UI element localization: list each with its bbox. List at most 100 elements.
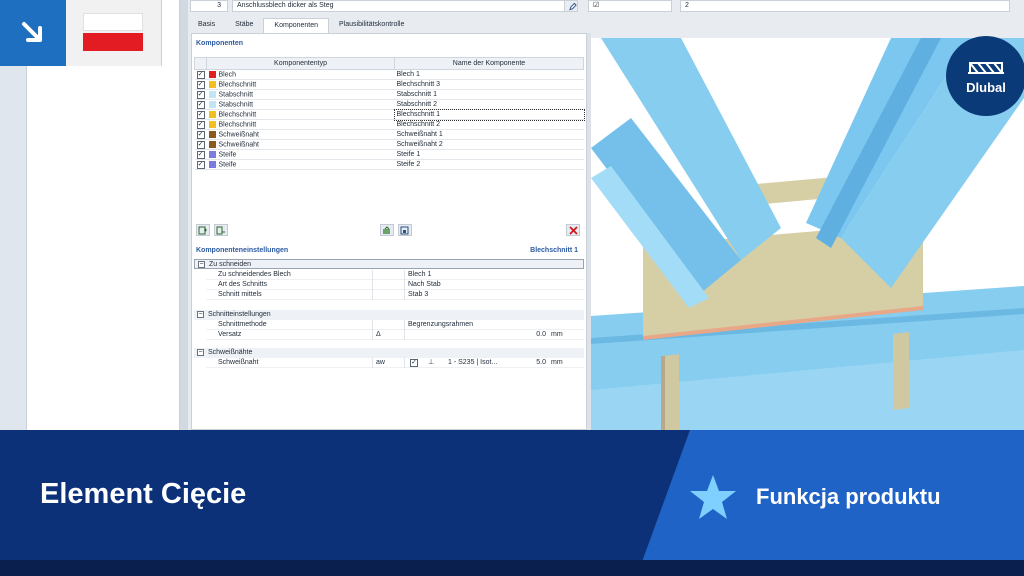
table-row[interactable]: ✓ Blechschnitt Blechschnitt 1 [194, 108, 585, 121]
table-row[interactable]: ✓ Schweißnaht Schweißnaht 1 [194, 129, 584, 140]
row-checkbox[interactable]: ✓ [196, 120, 205, 129]
prop-unit: mm [551, 331, 563, 338]
add-component-button[interactable] [196, 224, 210, 236]
row-checkbox[interactable]: ✓ [196, 110, 205, 119]
prop-symbol: Δ [376, 331, 381, 338]
table-row[interactable]: ✓ Stabschnitt Stabschnitt 1 [194, 89, 584, 100]
table-row[interactable]: ✓ Steife Steife 2 [194, 159, 584, 170]
tab-staebe[interactable]: Stäbe [225, 18, 263, 33]
stiffener-left [663, 354, 679, 430]
prop-row[interactable]: Zu schneidendes Blech Blech 1 [206, 270, 584, 280]
table-row[interactable]: ✓ Schweißnaht Schweißnaht 2 [194, 139, 584, 150]
prop-value[interactable]: Begrenzungsrahmen [408, 320, 473, 330]
component-type: Schweißnaht [218, 141, 259, 149]
prop-row[interactable]: Versatz Δ 0.0 mm [206, 330, 584, 340]
import-button[interactable] [380, 224, 394, 236]
row-checkbox[interactable]: ✓ [196, 80, 205, 89]
type-cell: Schweißnaht [206, 139, 395, 150]
name-cell[interactable]: Blechschnitt 3 [394, 79, 584, 90]
prop-value[interactable]: Nach Stab [408, 280, 441, 290]
save-library-button[interactable] [398, 224, 412, 236]
table-row[interactable]: ✓ Blechschnitt Blechschnitt 2 [194, 119, 584, 130]
group-cut[interactable]: − Zu schneiden [194, 259, 584, 269]
row-checkbox[interactable]: ✓ [196, 90, 205, 99]
row-checkbox-cell[interactable]: ✓ [194, 79, 207, 90]
tab-plausibility[interactable]: Plausibilitätskontrolle [329, 18, 414, 33]
title-banner: Element Cięcie Funkcja produktu [0, 430, 1024, 560]
group-welds[interactable]: − Schweißnähte [194, 348, 584, 358]
connection-name-field[interactable]: Anschlussblech dicker als Steg [232, 0, 572, 12]
insert-component-button[interactable] [214, 224, 228, 236]
prop-row[interactable]: Schweißnaht aw ✓ ⊥ 1 - S235 | Isot... 5.… [206, 358, 584, 368]
panel-splitter[interactable] [180, 0, 188, 430]
collapse-icon[interactable]: − [197, 311, 204, 318]
row-checkbox-cell[interactable]: ✓ [194, 129, 207, 140]
prop-value[interactable]: Blech 1 [408, 270, 431, 280]
dlubal-logo: Dlubal [946, 36, 1024, 116]
row-checkbox-cell[interactable]: ✓ [194, 69, 207, 80]
row-checkbox-cell[interactable]: ✓ [194, 149, 207, 160]
row-checkbox[interactable]: ✓ [196, 70, 205, 79]
group-cut-settings[interactable]: − Schnitteinstellungen [194, 310, 584, 320]
row-checkbox-cell[interactable]: ✓ [194, 99, 207, 110]
type-cell: Stabschnitt [206, 89, 395, 100]
connection-number-field[interactable]: 3 [190, 0, 228, 12]
name-cell[interactable]: Steife 1 [394, 149, 584, 160]
top-row: 3 Anschlussblech dicker als Steg ☑ 2 [188, 0, 1024, 14]
collapse-icon[interactable]: − [197, 349, 204, 356]
component-color-swatch [208, 120, 216, 128]
delete-icon [568, 225, 578, 235]
table-row[interactable]: ✓ Stabschnitt Stabschnitt 2 [194, 99, 584, 110]
prop-number[interactable]: 0.0 [516, 330, 546, 340]
prop-label: Schweißnaht [218, 359, 259, 366]
name-cell[interactable]: Schweißnaht 2 [394, 139, 584, 150]
col-type: Komponententyp [206, 57, 395, 70]
prop-row[interactable]: Schnitt mittels Stab 3 [206, 290, 584, 300]
name-cell[interactable]: Stabschnitt 1 [394, 89, 584, 100]
row-checkbox-cell[interactable]: ✓ [194, 159, 207, 170]
component-color-swatch [208, 140, 216, 148]
row-checkbox-cell[interactable]: ✓ [194, 89, 207, 100]
prop-number[interactable]: 5.0 [516, 358, 546, 368]
flag-white-stripe [83, 13, 143, 31]
table-row[interactable]: ✓ Blechschnitt Blechschnitt 3 [194, 79, 584, 90]
import-icon [383, 225, 390, 234]
insert-icon [216, 226, 225, 234]
row-checkbox[interactable]: ✓ [196, 150, 205, 159]
count-field[interactable]: 2 [680, 0, 1010, 12]
name-cell[interactable]: Blechschnitt 2 [394, 119, 584, 130]
prop-label: Zu schneidendes Blech [218, 271, 291, 278]
row-checkbox[interactable]: ✓ [196, 130, 205, 139]
prop-value[interactable]: 1 - S235 | Isot... [448, 358, 497, 368]
delete-component-button[interactable] [566, 224, 580, 236]
row-checkbox-cell[interactable]: ✓ [194, 139, 207, 150]
table-row[interactable]: ✓ Steife Steife 1 [194, 149, 584, 160]
tab-basis[interactable]: Basis [188, 18, 225, 33]
components-title: Komponenten [196, 40, 244, 47]
col-check [194, 57, 207, 70]
name-cell[interactable]: Stabschnitt 2 [394, 99, 584, 110]
row-checkbox-cell[interactable]: ✓ [194, 119, 207, 130]
row-checkbox[interactable]: ✓ [196, 100, 205, 109]
flag-red-stripe [83, 33, 143, 51]
active-checkbox-field[interactable]: ☑ [588, 0, 672, 12]
component-color-swatch [208, 130, 216, 138]
row-checkbox[interactable]: ✓ [196, 140, 205, 149]
prop-row[interactable]: Schnittmethode Begrenzungsrahmen [206, 320, 584, 330]
name-cell[interactable]: Blech 1 [394, 69, 584, 80]
column-divider [404, 320, 405, 330]
settings-title: Komponenteneinstellungen [196, 247, 289, 254]
row-checkbox[interactable]: ✓ [196, 160, 205, 169]
row-checkbox-cell[interactable]: ✓ [194, 109, 207, 120]
collapse-icon[interactable]: − [198, 261, 205, 268]
name-cell[interactable]: Steife 2 [394, 159, 584, 170]
edit-button[interactable] [564, 0, 578, 12]
prop-row[interactable]: Art des Schnitts Nach Stab [206, 280, 584, 290]
column-divider [404, 358, 405, 368]
name-cell[interactable]: Blechschnitt 1 [393, 108, 585, 121]
tab-komponenten[interactable]: Komponenten [263, 18, 330, 33]
prop-value[interactable]: Stab 3 [408, 290, 428, 300]
table-row[interactable]: ✓ Blech Blech 1 [194, 69, 584, 80]
name-cell[interactable]: Schweißnaht 1 [394, 129, 584, 140]
weld-checkbox[interactable]: ✓ [410, 359, 418, 367]
